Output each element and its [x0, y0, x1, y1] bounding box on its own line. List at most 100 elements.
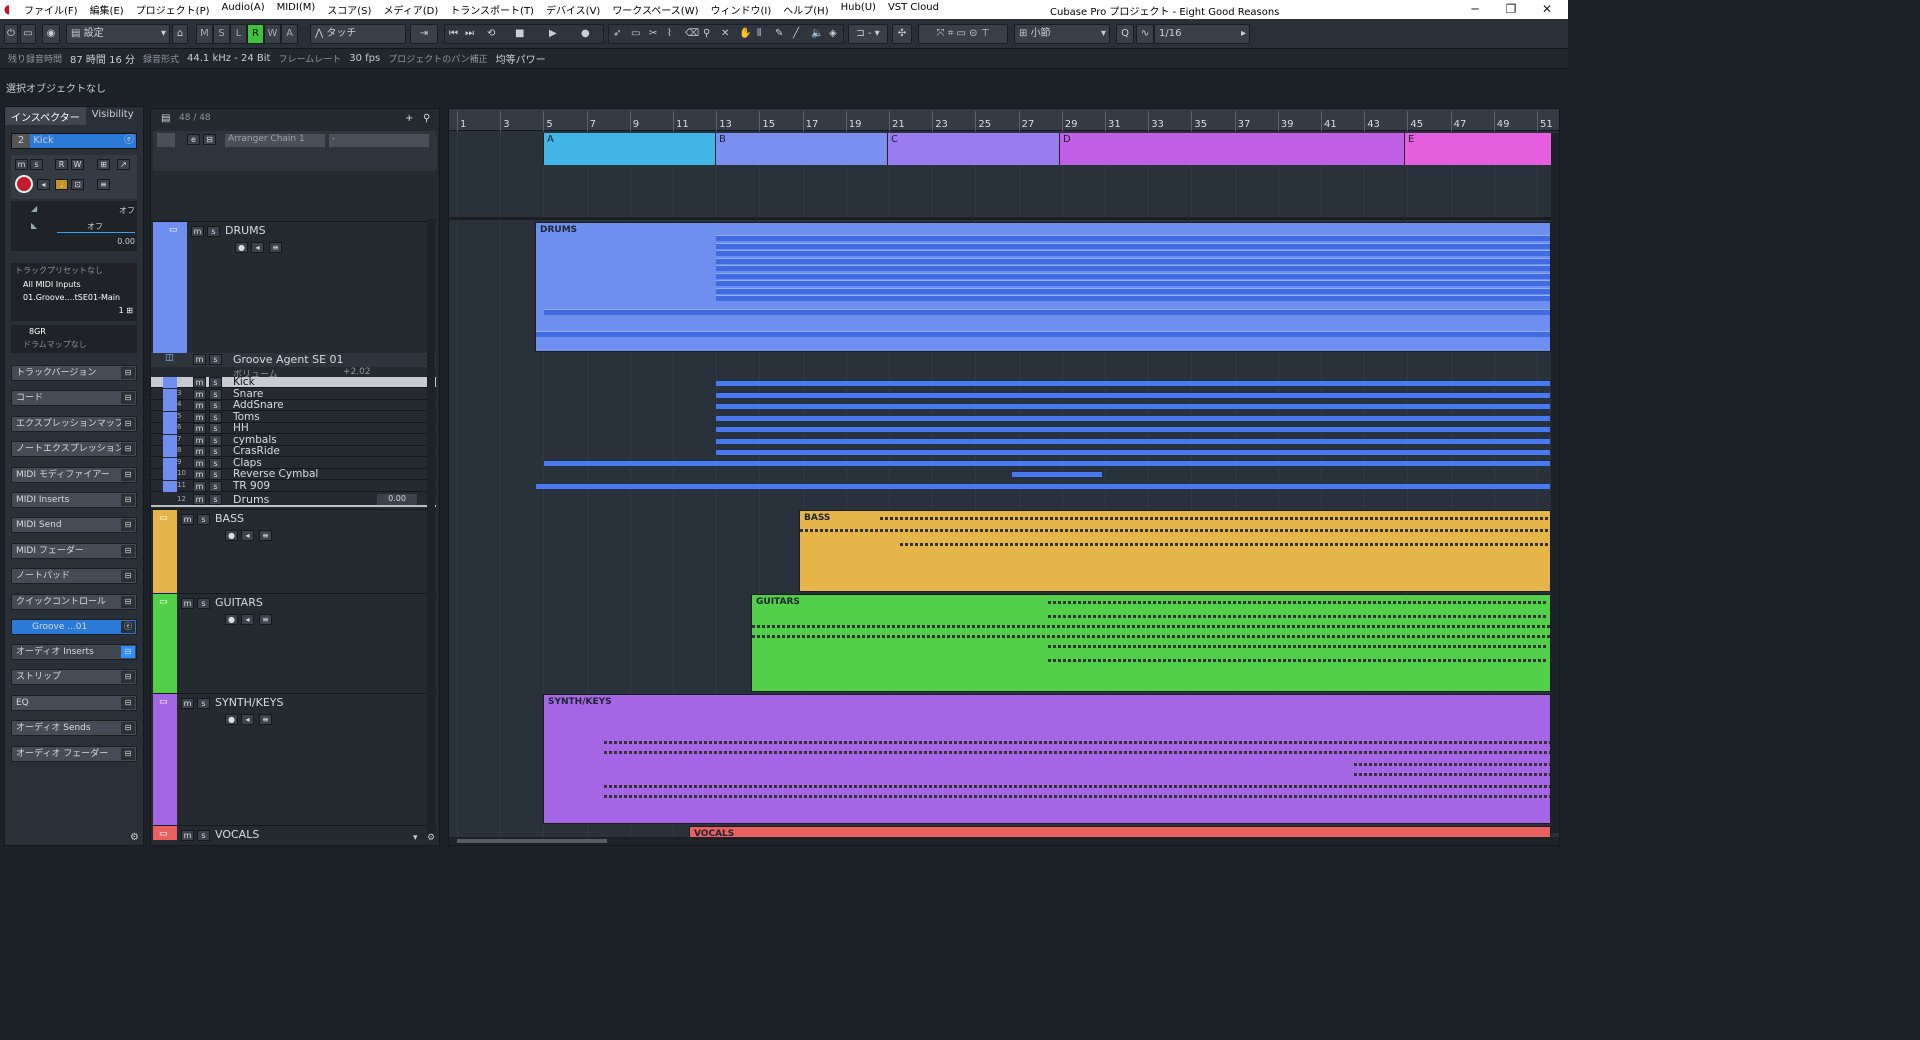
folder-mute-button[interactable]: m	[181, 830, 194, 841]
arranger-event-b[interactable]: B	[715, 133, 887, 165]
timewarp-icon[interactable]: ⫴	[757, 25, 761, 43]
inspector-section-0[interactable]: トラックバージョン ⊟	[11, 365, 137, 381]
mode-button-l[interactable]: L	[230, 24, 247, 44]
write-button[interactable]: W	[71, 159, 84, 170]
home-button[interactable]: ⌂	[172, 24, 188, 44]
grid-type-select[interactable]: ⊞ 小節 ▾	[1014, 24, 1110, 44]
menu-item-7[interactable]: トランスポート(T)	[444, 2, 540, 17]
inspector-section-10[interactable]: オーディオ Inserts ⊟	[11, 644, 137, 660]
folder-mute-button[interactable]: m	[181, 698, 194, 709]
track-preset[interactable]: トラックプリセットなし	[11, 263, 137, 278]
mute-button[interactable]: m	[193, 434, 206, 446]
midi-part[interactable]	[535, 483, 1551, 490]
activate-project-button[interactable]: ⏻	[4, 24, 18, 44]
inspector-section-6[interactable]: MIDI Send ⊟	[11, 517, 137, 534]
menu-item-3[interactable]: Audio(A)	[216, 2, 271, 17]
inspector-section-12[interactable]: EQ ⊟	[11, 694, 137, 711]
inspector-section-5[interactable]: MIDI Inserts ⊟	[11, 492, 137, 508]
arranger-event-a[interactable]: A	[543, 133, 715, 165]
folder-track-1[interactable]: ▭ m s BASS ● ◂ ≡	[151, 509, 436, 594]
drums-volume-value[interactable]: 0.00	[377, 494, 417, 505]
midi-input[interactable]: All MIDI Inputs	[11, 278, 137, 291]
play-icon[interactable]: ▶	[549, 25, 557, 43]
mute-button[interactable]: m	[193, 388, 206, 400]
note-icon[interactable]: ♩	[55, 179, 68, 190]
folder-mute-button[interactable]: m	[181, 598, 194, 609]
arranger-event-select[interactable]: -	[329, 134, 429, 147]
color-icon[interactable]: ◈	[829, 25, 837, 43]
folder-icon[interactable]: ▭	[159, 513, 168, 523]
monitor-icon[interactable]: ◂	[241, 530, 254, 541]
monitor-icon[interactable]: ◂	[241, 714, 254, 725]
inspector-track-name[interactable]: 2 Kick ⓔ	[11, 133, 137, 149]
inspector-section-2[interactable]: エクスプレッションマップ ⊟	[11, 415, 137, 432]
event-vertical-scrollbar[interactable]	[1551, 133, 1559, 833]
mute-button[interactable]: m	[193, 411, 206, 423]
glue-icon[interactable]: ⌇	[667, 25, 672, 43]
folder-name[interactable]: GUITARS	[215, 596, 263, 609]
solo-button[interactable]: s	[209, 494, 222, 505]
drum-track-5[interactable]: 7 m s cymbals	[151, 434, 436, 446]
zoom-icon[interactable]: ⚲	[703, 25, 710, 43]
go-start-icon[interactable]: ⏮	[449, 25, 458, 43]
part-2[interactable]: GUITARS	[751, 594, 1551, 692]
solo-button[interactable]: s	[209, 388, 222, 400]
grid-icon[interactable]: ⊞	[97, 159, 110, 170]
track-name[interactable]: Claps	[233, 457, 262, 469]
mode-button-s[interactable]: S	[213, 24, 230, 44]
quantize-button[interactable]: Q	[1116, 24, 1134, 44]
record-enable-button[interactable]	[15, 175, 33, 193]
instrument-track[interactable]: ◫ m s Groove Agent SE 01	[151, 353, 436, 367]
inspector-section-9[interactable]: クイックコントロール ⊟	[11, 593, 137, 610]
iterative-quantize-button[interactable]: ∿	[1136, 24, 1154, 44]
lanes-icon[interactable]: ≡	[269, 242, 282, 253]
menu-item-11[interactable]: ヘルプ(H)	[777, 2, 834, 17]
delay-value[interactable]: 0.00	[117, 237, 135, 246]
drum-track-0[interactable]: 2 m s Kick	[151, 376, 436, 388]
range-icon[interactable]: ▭	[631, 25, 640, 43]
autoscroll-button[interactable]: ⇥	[410, 24, 438, 44]
mute-button[interactable]: m	[15, 159, 28, 170]
folder-mute-button[interactable]: m	[191, 226, 204, 237]
folder-solo-button[interactable]: s	[197, 514, 210, 525]
folder-mute-button[interactable]: m	[181, 514, 194, 525]
lanes-icon[interactable]: ≡	[259, 530, 272, 541]
hand-icon[interactable]: ✋	[739, 25, 751, 43]
lanes-icon[interactable]: ≡	[259, 614, 272, 625]
part-3[interactable]: SYNTH/KEYS	[543, 694, 1551, 824]
track-name[interactable]: TR 909	[233, 480, 270, 492]
solo-button[interactable]: s	[209, 423, 222, 434]
draw-icon[interactable]: ✎	[775, 25, 783, 43]
drum-track-6[interactable]: 8 m s CrasRide	[151, 445, 436, 457]
erase-icon[interactable]: ⌫	[685, 25, 699, 43]
folder-solo-button[interactable]: s	[197, 698, 210, 709]
midi-channel[interactable]: 1 ⊞	[11, 304, 137, 317]
record-icon[interactable]: ●	[225, 530, 238, 541]
snap-crossings-button[interactable]: ✣	[892, 24, 912, 44]
mute-button[interactable]: m	[193, 423, 206, 434]
mute-button[interactable]: m	[193, 494, 206, 505]
volume-value[interactable]: +2.02	[343, 367, 371, 377]
cycle-icon[interactable]: ⟲	[487, 25, 495, 43]
monitor-icon[interactable]: ◂	[241, 614, 254, 625]
record-icon[interactable]: ●	[225, 614, 238, 625]
part-1[interactable]: BASS	[799, 510, 1551, 592]
solo-button[interactable]: s	[209, 354, 222, 365]
midi-part[interactable]	[715, 391, 1551, 399]
automation-mode-select[interactable]: ⋀ タッチ	[310, 24, 406, 44]
inspector-section-13[interactable]: オーディオ Sends ⊟	[11, 720, 137, 737]
scroll-thumb[interactable]	[457, 839, 607, 843]
drum-track-4[interactable]: 6 m s HH	[151, 422, 436, 434]
folder-solo-button[interactable]: s	[197, 598, 210, 609]
add-track-icon[interactable]: +	[405, 113, 413, 124]
mode-button-m[interactable]: M	[196, 24, 213, 44]
solo-button[interactable]: s	[209, 400, 222, 411]
drum-track-9[interactable]: 11 m s TR 909	[151, 480, 436, 492]
menu-item-13[interactable]: VST Cloud	[882, 2, 945, 17]
track-name[interactable]: Reverse Cymbal	[233, 468, 318, 480]
mute-button[interactable]: m	[193, 400, 206, 411]
inspector-section-14[interactable]: オーディオ フェーダー ⊟	[11, 745, 137, 762]
folder-track-2[interactable]: ▭ m s GUITARS ● ◂ ≡	[151, 593, 436, 694]
frame-rate-value[interactable]: 30 fps	[349, 53, 380, 64]
arranger-event-d[interactable]: D	[1059, 133, 1404, 165]
